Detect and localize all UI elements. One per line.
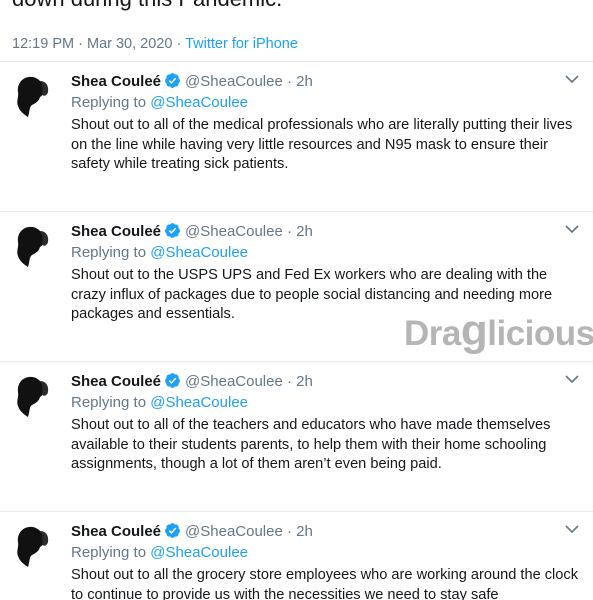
replying-to: Replying to @SheaCoulee bbox=[71, 94, 248, 111]
tweet-header: Shea Couleé @SheaCoulee · 2h bbox=[71, 522, 313, 540]
watermark-logo: Draglicious bbox=[404, 306, 593, 355]
verified-badge-icon bbox=[165, 73, 180, 88]
meta-separator: · bbox=[176, 36, 182, 52]
meta-separator: · bbox=[287, 373, 292, 390]
tweet-time[interactable]: 2h bbox=[296, 73, 313, 90]
replying-to-label: Replying to bbox=[71, 244, 147, 261]
tweet-header: Shea Couleé @SheaCoulee · 2h bbox=[71, 222, 313, 240]
author-name[interactable]: Shea Couleé bbox=[71, 223, 161, 240]
meta-separator: · bbox=[287, 73, 292, 90]
verified-badge-icon bbox=[165, 373, 180, 388]
avatar[interactable] bbox=[12, 71, 61, 120]
author-handle[interactable]: @SheaCoulee bbox=[185, 523, 283, 540]
tweet-text: Shout out to all of the medical professi… bbox=[71, 117, 573, 173]
replying-to-label: Replying to bbox=[71, 394, 147, 411]
meta-separator: · bbox=[287, 523, 292, 540]
author-name[interactable]: Shea Couleé bbox=[71, 73, 161, 90]
author-handle[interactable]: @SheaCoulee bbox=[185, 73, 283, 90]
replying-to-label: Replying to bbox=[71, 94, 147, 111]
tweet-time[interactable]: 2h bbox=[296, 373, 313, 390]
tweet-header: Shea Couleé @SheaCoulee · 2h bbox=[71, 372, 313, 390]
replying-to-mention[interactable]: @SheaCoulee bbox=[150, 394, 248, 411]
tweet-text: Shout out to all the grocery store emplo… bbox=[71, 567, 579, 600]
replying-to-mention[interactable]: @SheaCoulee bbox=[150, 94, 248, 111]
tweet-text-tail: down during this Pandemic. bbox=[12, 0, 282, 12]
tweet-meta: 12:19 PM · Mar 30, 2020 · Twitter for iP… bbox=[12, 36, 298, 52]
tweet-text: Shout out to all of the teachers and edu… bbox=[71, 417, 551, 473]
replying-to-label: Replying to bbox=[71, 544, 147, 561]
verified-badge-icon bbox=[165, 223, 180, 238]
chevron-down-icon[interactable] bbox=[564, 222, 580, 236]
chevron-down-icon[interactable] bbox=[564, 372, 580, 386]
author-name[interactable]: Shea Couleé bbox=[71, 523, 161, 540]
replying-to: Replying to @SheaCoulee bbox=[71, 394, 248, 411]
tweet-source-link[interactable]: Twitter for iPhone bbox=[185, 36, 298, 52]
meta-separator: · bbox=[78, 36, 83, 52]
author-name[interactable]: Shea Couleé bbox=[71, 373, 161, 390]
replying-to-mention[interactable]: @SheaCoulee bbox=[150, 544, 248, 561]
avatar[interactable] bbox=[12, 221, 61, 270]
replying-to: Replying to @SheaCoulee bbox=[71, 244, 248, 261]
tweet-time[interactable]: 2h bbox=[296, 223, 313, 240]
tweet-time[interactable]: 12:19 PM bbox=[12, 36, 74, 52]
tweet-date[interactable]: Mar 30, 2020 bbox=[87, 36, 172, 52]
replying-to: Replying to @SheaCoulee bbox=[71, 544, 248, 561]
meta-separator: · bbox=[287, 223, 292, 240]
tweet-header: Shea Couleé @SheaCoulee · 2h bbox=[71, 72, 313, 90]
reply-tweet[interactable]: Shea Couleé @SheaCoulee · 2h Replying to … bbox=[0, 361, 593, 511]
avatar[interactable] bbox=[12, 371, 61, 420]
author-handle[interactable]: @SheaCoulee bbox=[185, 373, 283, 390]
avatar[interactable] bbox=[12, 521, 61, 570]
author-handle[interactable]: @SheaCoulee bbox=[185, 223, 283, 240]
chevron-down-icon[interactable] bbox=[564, 522, 580, 536]
replying-to-mention[interactable]: @SheaCoulee bbox=[150, 244, 248, 261]
tweet-time[interactable]: 2h bbox=[296, 523, 313, 540]
chevron-down-icon[interactable] bbox=[564, 72, 580, 86]
reply-tweet[interactable]: Shea Couleé @SheaCoulee · 2h Replying to … bbox=[0, 61, 593, 211]
reply-tweet[interactable]: Shea Couleé @SheaCoulee · 2h Replying to … bbox=[0, 511, 593, 600]
verified-badge-icon bbox=[165, 523, 180, 538]
